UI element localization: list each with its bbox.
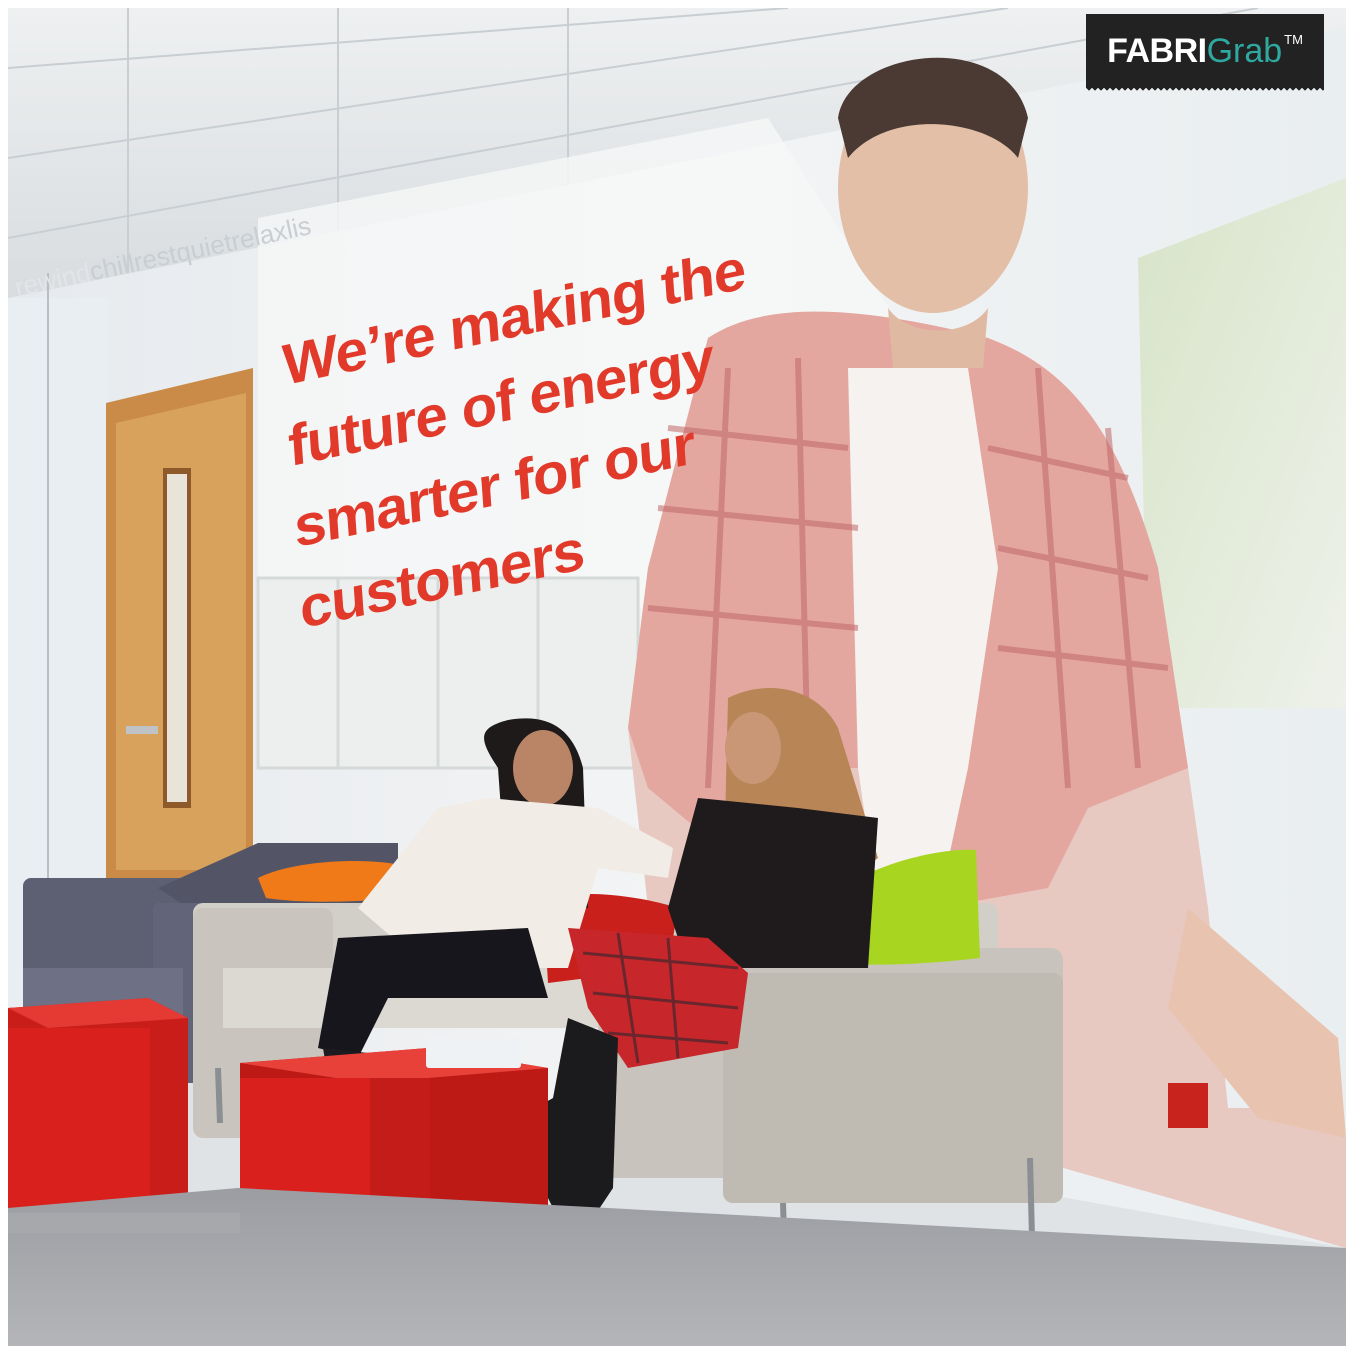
- lounge-scene-illustration: [8, 8, 1346, 1346]
- logo-light-text: Grab: [1206, 31, 1283, 70]
- trademark-mark: TM: [1284, 31, 1303, 47]
- office-lounge-photo: rewindchillrestquietrelaxlis We’re makin…: [8, 8, 1346, 1346]
- mural-window: [1138, 178, 1346, 708]
- logo-bold-text: FABRI: [1107, 31, 1207, 70]
- fabrigrab-logo: FABRI Grab TM: [1086, 14, 1324, 94]
